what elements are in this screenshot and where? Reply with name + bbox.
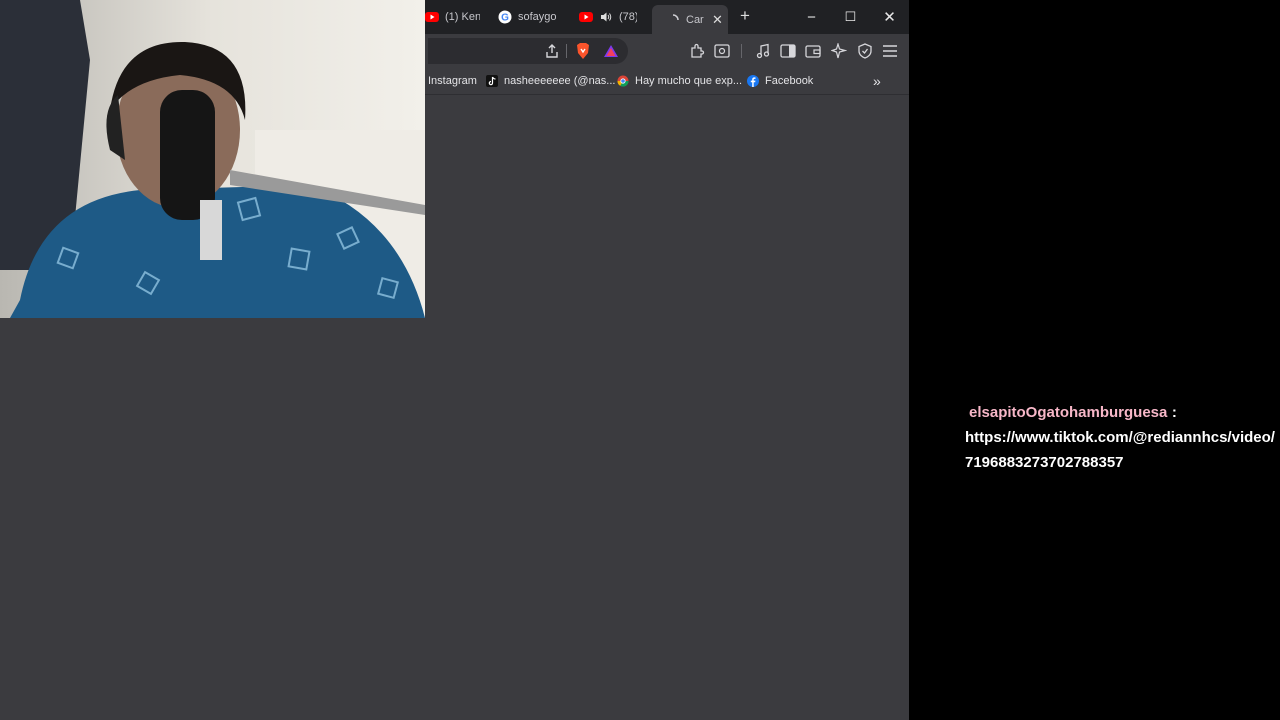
sidebar-toggle-icon[interactable] (779, 42, 797, 60)
wallet-icon[interactable] (804, 42, 822, 60)
bookmark-facebook[interactable]: Facebook (747, 73, 813, 89)
svg-text:G: G (501, 13, 509, 24)
tab-active-loading[interactable]: Carg ✕ (652, 5, 728, 34)
tab-youtube-ken[interactable]: (1) Ken C (425, 5, 480, 29)
address-bar[interactable] (428, 38, 628, 64)
menu-icon[interactable] (881, 42, 899, 60)
vpn-shield-icon[interactable] (856, 42, 874, 60)
tab-label: Carg (686, 13, 704, 26)
bookmarks-overflow-button[interactable]: » (873, 73, 881, 89)
media-music-icon[interactable] (754, 42, 772, 60)
extensions-icon[interactable] (688, 42, 706, 60)
youtube-icon (579, 10, 593, 24)
minimize-button[interactable]: − (792, 0, 831, 34)
toolbar-divider (741, 44, 742, 58)
toolbar-divider (566, 44, 567, 58)
brave-shields-icon[interactable] (574, 42, 592, 60)
tab-youtube-78[interactable]: (78) (579, 5, 637, 29)
chat-username: elsapitoOgatohamburguesa (969, 404, 1168, 421)
webcam-feed-image (0, 0, 425, 318)
new-tab-button[interactable]: + (735, 6, 755, 26)
bookmark-label: nasheeeeeee (@nas... (504, 75, 616, 87)
chat-message: elsapitoOgatohamburguesa : https://www.t… (965, 400, 1280, 475)
tab-label: (78) (619, 11, 637, 23)
tab-google-sofaygo[interactable]: G sofaygo (498, 5, 560, 29)
tiktok-icon (486, 75, 498, 87)
loading-icon (666, 13, 680, 27)
chat-separator: : (1171, 404, 1177, 421)
bookmark-hay-mucho[interactable]: Hay mucho que exp... (617, 73, 742, 89)
chat-message-text: https://www.tiktok.com/@rediannhcs/video… (965, 429, 1275, 471)
bookmark-label: Facebook (765, 75, 814, 87)
tab-label: sofaygo (518, 11, 557, 23)
reader-mode-icon[interactable] (713, 42, 731, 60)
close-window-button[interactable]: ✕ (870, 0, 909, 34)
brave-rewards-icon[interactable] (602, 42, 620, 60)
leo-ai-icon[interactable] (830, 42, 848, 60)
close-tab-icon[interactable]: ✕ (712, 12, 723, 28)
webcam-overlay (0, 0, 425, 318)
facebook-icon (747, 75, 759, 87)
share-icon[interactable] (543, 42, 561, 60)
bookmark-instagram[interactable]: Instagram (428, 73, 477, 89)
tab-label: (1) Ken C (445, 11, 480, 23)
google-icon: G (498, 10, 512, 24)
speaker-icon[interactable] (599, 10, 613, 24)
bookmark-label: Instagram (428, 75, 477, 87)
bookmark-tiktok[interactable]: nasheeeeeee (@nas... (486, 73, 615, 89)
chrome-icon (617, 75, 629, 87)
bookmark-label: Hay mucho que exp... (635, 75, 743, 87)
maximize-button[interactable]: ☐ (831, 0, 870, 34)
youtube-icon (425, 10, 439, 24)
